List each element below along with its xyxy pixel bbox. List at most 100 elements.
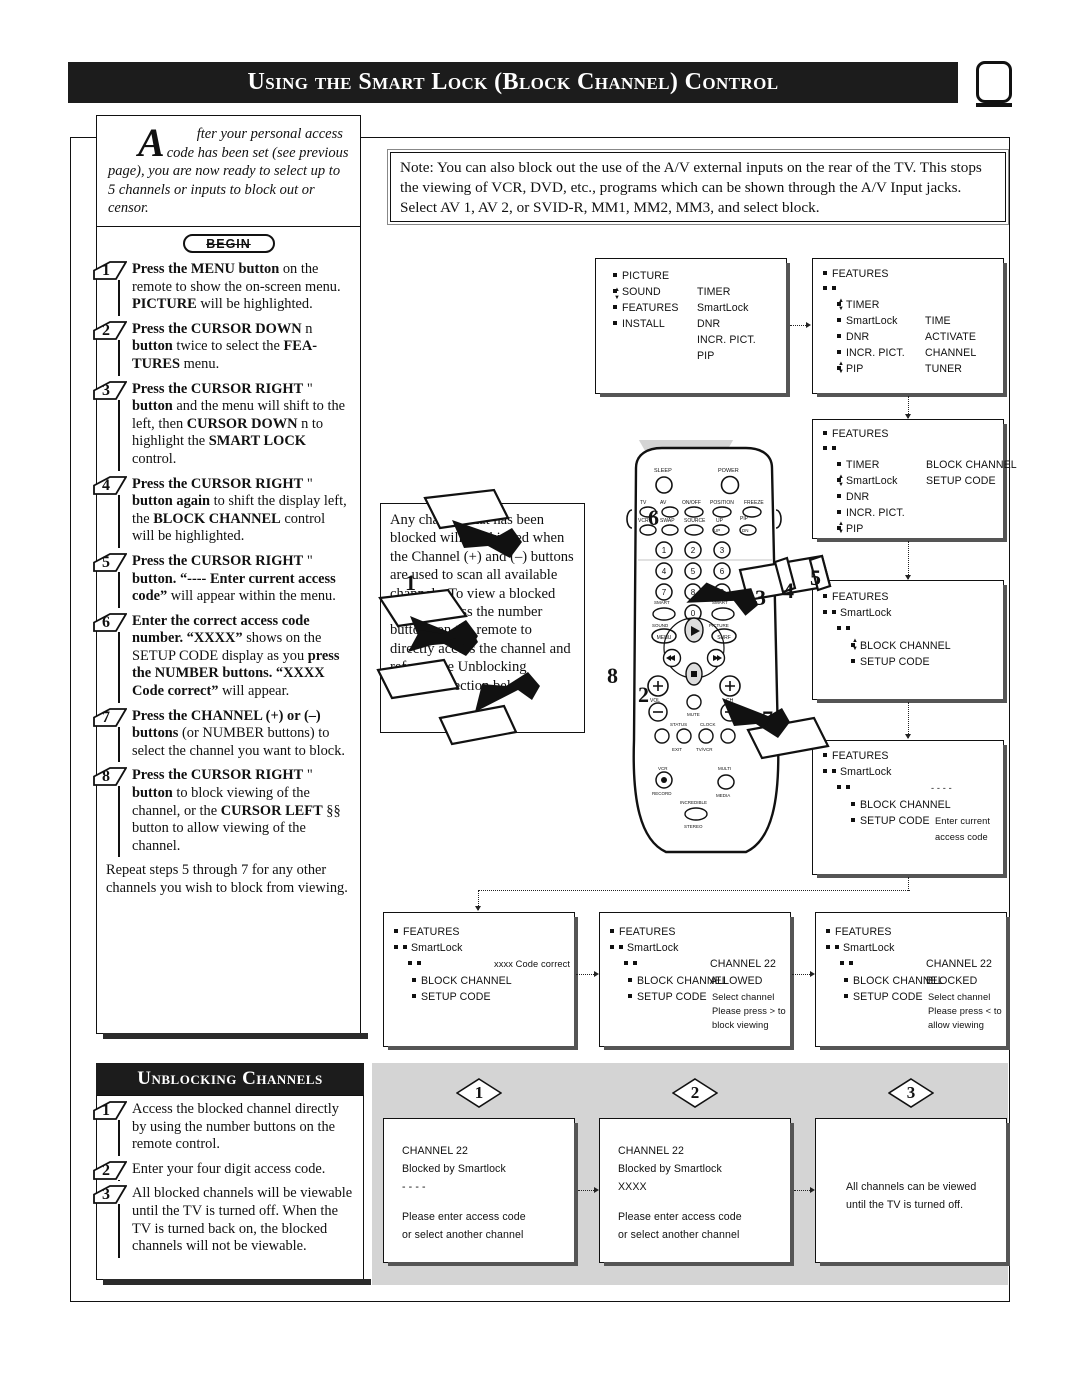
step-text: Enter your four digit access code.	[132, 1160, 326, 1177]
menu-item: PICTURE	[622, 270, 670, 282]
connector-arrow	[904, 414, 911, 419]
unblocking-steps-box: 1 Access the blocked channel directly by …	[93, 1095, 371, 1285]
remote-callout-8: 8	[607, 663, 618, 688]
step-rule	[118, 631, 120, 703]
menu-header: FEATURES	[832, 428, 889, 440]
menu-item: TIMER	[846, 299, 880, 311]
connector-arrow	[810, 970, 815, 977]
menu-item: SETUP CODE	[926, 475, 996, 487]
menu-value: access code	[935, 832, 988, 842]
step-number-badge: 2	[93, 1160, 127, 1180]
connector-arrow	[810, 1186, 815, 1193]
connector-entercode-to-codecorrect	[478, 890, 910, 891]
step-number: 4	[102, 476, 110, 494]
menu-item: BLOCK CHANNEL	[926, 459, 1017, 471]
menu-item: INCR. PICT.	[846, 507, 905, 519]
unblock-callout-2: 2	[672, 1078, 718, 1108]
menu-item: BLOCK CHANNEL	[860, 799, 951, 811]
step-text: Press the CURSOR RIGHT " button again to…	[132, 475, 347, 545]
screen-line: - - - -	[402, 1181, 426, 1193]
menu-item: PIP	[846, 523, 864, 535]
step-number-badge: 5	[93, 553, 127, 572]
step-3: 3 Press the CURSOR RIGHT " button and the…	[93, 381, 351, 471]
menu-channel: CHANNEL 22	[926, 958, 992, 970]
unblock-callout-3: 3	[888, 1078, 934, 1108]
menu-item: INCR. PICT.	[846, 347, 905, 359]
step-text: Access the blocked channel directly by u…	[132, 1101, 339, 1153]
menu-header: FEATURES	[832, 591, 889, 603]
menu-screen-channel-allowed: FEATURES SmartLock CHANNEL 22 BLOCK CHAN…	[599, 912, 794, 1050]
step-number-badge: 1	[93, 261, 127, 280]
connector-sub-to-entercode	[908, 702, 909, 738]
callout-number: 3	[906, 1083, 916, 1102]
connector-entercode-down	[908, 877, 909, 891]
step-rule	[118, 1120, 120, 1156]
step-8: 8 Press the CURSOR RIGHT " button to bloc…	[93, 767, 351, 858]
step-number-badge: 8	[93, 767, 127, 787]
menu-item: PIP	[697, 350, 715, 362]
menu-item: SmartLock	[697, 302, 749, 314]
step-rule	[118, 786, 120, 858]
callout-number: 1	[474, 1083, 484, 1102]
step-text: Press the CURSOR DOWN n button twice to …	[132, 320, 318, 372]
tv-screen-icon	[976, 61, 1012, 107]
intro-dropcap: A	[138, 120, 165, 165]
remote-callout-6: 6	[648, 505, 659, 530]
step-number: 5	[102, 553, 110, 571]
menu-sub: SmartLock	[843, 942, 895, 954]
menu-state: BLOCKED	[926, 975, 978, 987]
step-number-badge: 3	[93, 380, 127, 400]
menu-sub: SmartLock	[840, 766, 892, 778]
screen-line: CHANNEL 22	[402, 1145, 468, 1157]
note-text: Note: You can also block out the use of …	[400, 159, 982, 216]
screen-footer: or select another channel	[618, 1229, 740, 1241]
steps-column: BEGIN 1 Press the MENU button on the remo…	[93, 226, 368, 1039]
screen-footer: Please enter access code	[618, 1211, 742, 1223]
menu-status: xxxx Code correct	[494, 959, 571, 969]
step-text: Press the MENU button on the remote to s…	[132, 261, 341, 313]
step-diamond-icon	[93, 1101, 127, 1120]
step-text: All blocked channels will be viewable un…	[132, 1185, 353, 1255]
menu-hint: allow viewing	[928, 1020, 985, 1030]
connector-block-to-sub	[908, 541, 909, 579]
step-diamond-icon	[93, 767, 127, 787]
step-number-badge: 7	[93, 707, 127, 727]
step-number: 3	[102, 381, 110, 399]
menu-item: SETUP CODE	[860, 815, 930, 827]
menu-item: SETUP CODE	[860, 656, 930, 668]
page-title: Using the Smart Lock (Block Channel) Con…	[247, 69, 779, 95]
unblock-screen-2: CHANNEL 22 Blocked by Smartlock XXXX Ple…	[599, 1118, 794, 1266]
menu-item: SmartLock	[846, 315, 898, 327]
menu-screen-code-correct: FEATURES SmartLock xxxx Code correct BLO…	[383, 912, 578, 1050]
menu-item: TIMER	[697, 286, 731, 298]
step-diamond-icon	[93, 1160, 127, 1180]
remote-callout-4: 4	[783, 578, 794, 603]
step-text: Press the CHANNEL (+) or (–) buttons (or…	[132, 707, 345, 759]
menu-item: PIP	[846, 363, 864, 375]
step-rule	[118, 399, 120, 471]
step-number-badge: 2	[93, 320, 127, 340]
menu-item: INCR. PICT.	[697, 334, 756, 346]
menu-screen-features: FEATURES TIMER SmartLock DNR INCR. PICT.…	[812, 258, 1007, 397]
manual-page: Using the Smart Lock (Block Channel) Con…	[0, 0, 1080, 1397]
step-5: 5 Press the CURSOR RIGHT " button. “---- …	[93, 553, 351, 608]
step-rule	[118, 1204, 120, 1258]
menu-sub: SmartLock	[840, 607, 892, 619]
unblocking-header: Unblocking Channels	[96, 1063, 364, 1095]
menu-sub: SmartLock	[627, 942, 679, 954]
step-2: 2 Press the CURSOR DOWN n button twice to…	[93, 320, 351, 376]
step-6: 6 Enter the correct access code number. “…	[93, 613, 351, 703]
step-number: 7	[102, 708, 110, 726]
menu-header: FEATURES	[835, 926, 892, 938]
menu-hint: Please press > to	[712, 1006, 786, 1016]
menu-item: SETUP CODE	[853, 991, 923, 1003]
screen-footer: until the TV is turned off.	[846, 1199, 964, 1211]
step-rule	[118, 280, 120, 316]
step-7: 7 Press the CHANNEL (+) or (–) buttons (o…	[93, 707, 351, 763]
screen-line: CHANNEL 22	[618, 1145, 684, 1157]
screen-footer: or select another channel	[402, 1229, 524, 1241]
menu-item: DNR	[846, 331, 870, 343]
step-diamond-icon	[93, 320, 127, 340]
begin-badge: BEGIN	[182, 234, 275, 253]
step-rule	[118, 339, 120, 376]
